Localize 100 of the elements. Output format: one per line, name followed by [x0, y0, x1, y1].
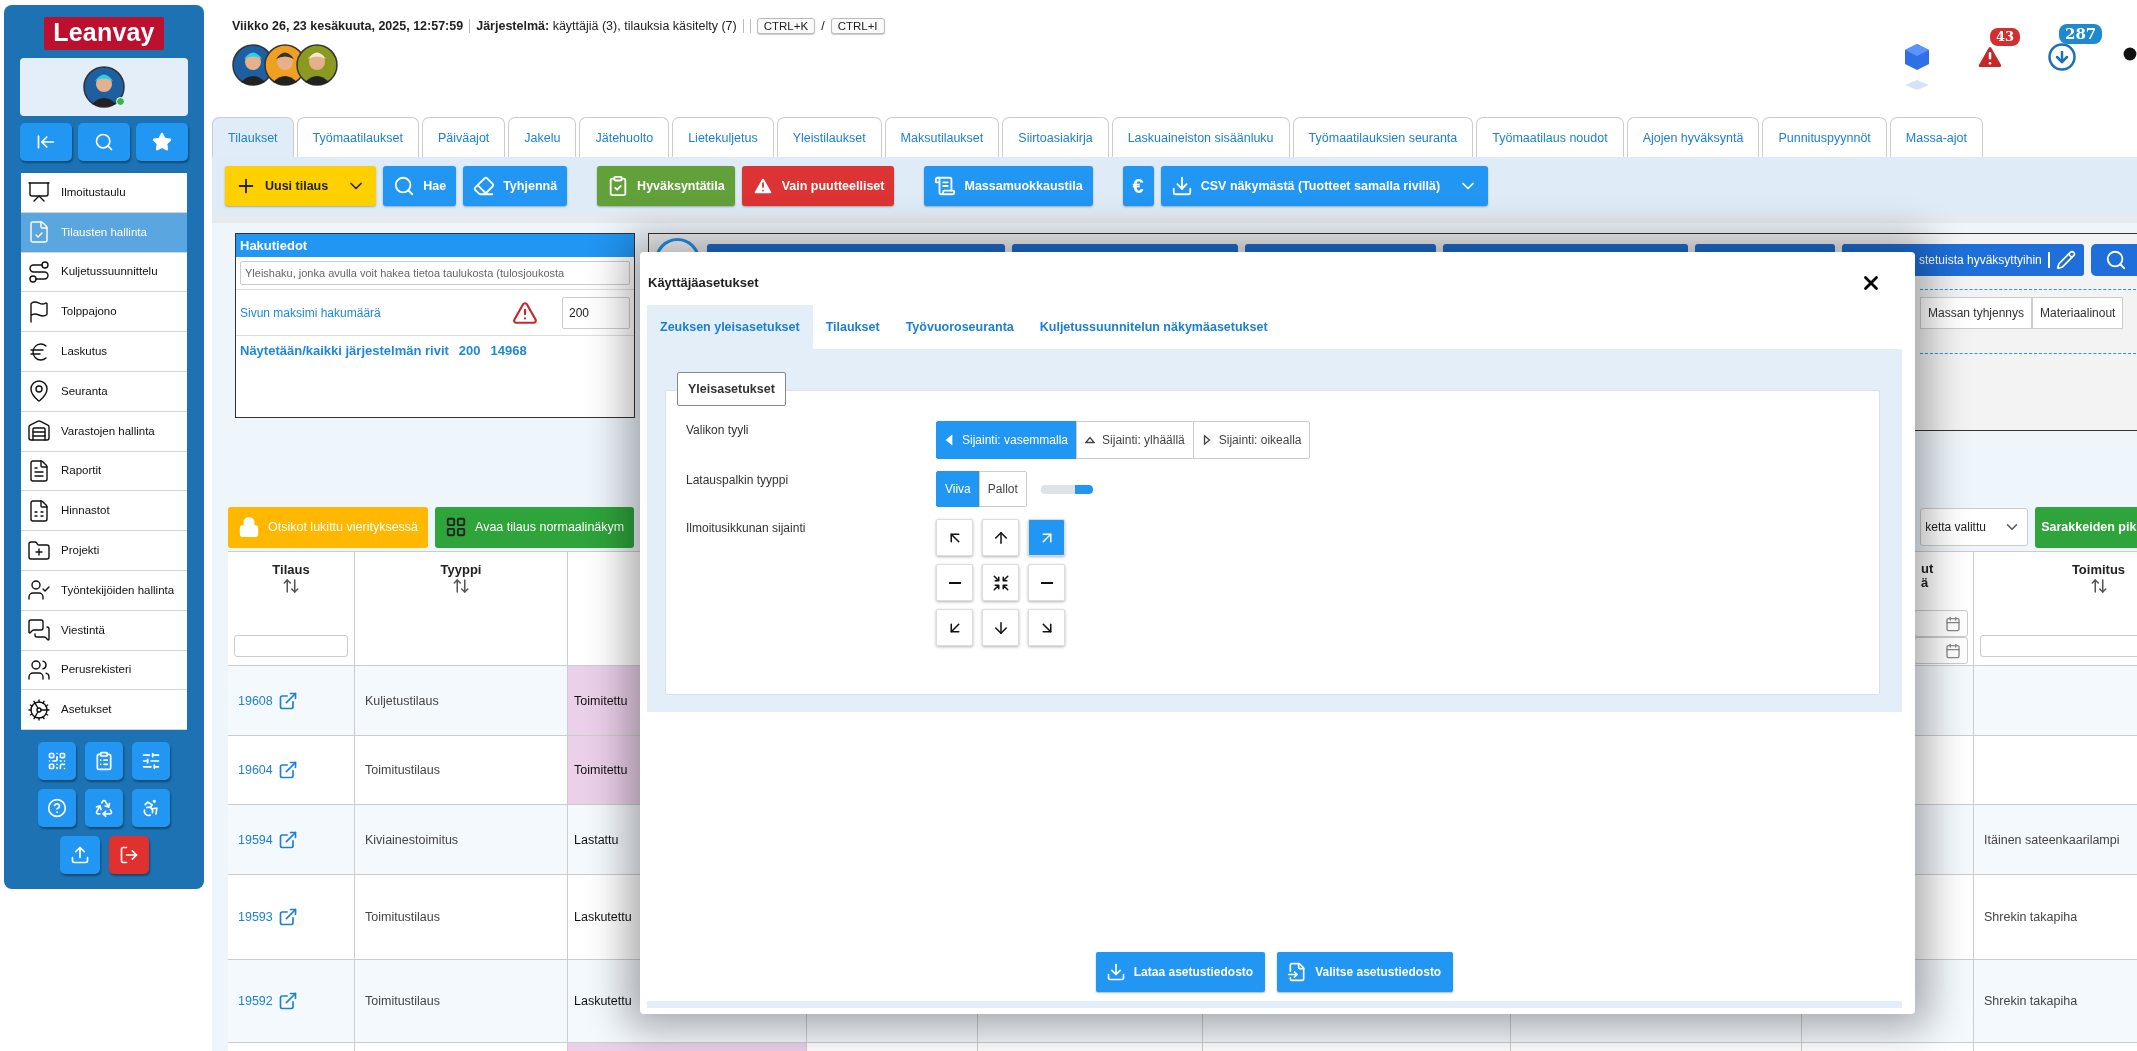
column-chip[interactable]: Massan tyhjennys — [1920, 297, 2033, 329]
tab[interactable]: Ajojen hyväksyntä — [1626, 117, 1760, 157]
date-field[interactable] — [1914, 610, 1968, 637]
tab[interactable]: Tilaukset — [212, 117, 294, 157]
recycle-button[interactable] — [85, 789, 123, 828]
alert-count: 43 — [1990, 28, 2021, 46]
tab[interactable]: Massa-ajot — [1889, 117, 1983, 157]
max-results-field[interactable]: 200 — [562, 296, 630, 329]
message-count: 287 — [2059, 24, 2103, 44]
tab[interactable]: Laskuaineiston sisäänluku — [1111, 117, 1290, 157]
toolbar-button[interactable]: CSV näkymästä (Tuotteet samalla rivillä) — [1160, 166, 1489, 206]
tab[interactable]: Lietekuljetus — [672, 117, 774, 157]
user-check-icon — [27, 578, 51, 603]
sort-icon — [282, 577, 300, 595]
tab[interactable]: Yleistilaukset — [776, 117, 882, 157]
column-chip[interactable]: Materiaalinout — [2032, 297, 2124, 329]
tab[interactable]: Punnituspyynnöt — [1762, 117, 1887, 157]
search-icon — [393, 175, 416, 197]
columns-button[interactable]: Sarakkeiden pik — [2035, 506, 2137, 548]
exit-icon — [118, 845, 139, 866]
order-link[interactable]: 19604 — [238, 763, 273, 777]
sort-icon — [2089, 577, 2108, 595]
order-link[interactable]: 19594 — [238, 832, 273, 847]
warning-icon — [751, 175, 774, 197]
column-header: Tilaus — [272, 562, 310, 577]
menu-item[interactable]: Tilausten hallinta — [21, 212, 187, 253]
tab[interactable]: Työmaatilaus noudot — [1476, 117, 1624, 157]
tab[interactable]: Zeuksen yleisasetukset — [647, 305, 813, 349]
shortcut-key: CTRL+I — [830, 18, 885, 34]
qr-button[interactable] — [38, 742, 76, 781]
calendar-icon — [1945, 615, 1961, 632]
folder-plus-icon — [27, 538, 51, 563]
search-button[interactable] — [2090, 244, 2137, 276]
max-results-label: Sivun maksimi hakumäärä — [240, 305, 381, 320]
toolbar-button[interactable]: € — [1122, 166, 1154, 206]
sliders-icon — [141, 751, 161, 772]
position-button[interactable] — [982, 564, 1019, 601]
tab[interactable]: Päiväajot — [421, 117, 506, 157]
toolbar-button[interactable]: Tyhjennä — [463, 166, 568, 206]
shortcut-key: CTRL+K — [756, 18, 816, 34]
order-link[interactable]: 19608 — [238, 693, 273, 708]
order-link[interactable]: 19592 — [238, 994, 273, 1008]
position-button[interactable] — [982, 519, 1019, 556]
sliders-button[interactable] — [132, 742, 170, 781]
search-icon — [94, 132, 114, 152]
collapse-button[interactable] — [20, 123, 72, 161]
segment-button[interactable]: Sijainti: vasemmalla — [936, 421, 1078, 459]
toolbar-button[interactable]: Uusi tilaus — [225, 166, 377, 206]
tab[interactable]: Työmaatilauksien seuranta — [1292, 117, 1474, 157]
accessibility-button[interactable] — [132, 789, 170, 828]
spreadsheet-icon — [27, 498, 51, 523]
favorites-button[interactable] — [136, 123, 188, 161]
tab[interactable]: Kuljetussuunnitelun näkymäasetukset — [1026, 305, 1281, 349]
toolbar-button[interactable]: Hae — [383, 166, 457, 206]
toolbar-button[interactable]: Hyväksyntätila — [597, 166, 735, 206]
filter-field[interactable] — [234, 635, 348, 657]
tab[interactable]: Työmaatilaukset — [296, 117, 419, 157]
download-button[interactable]: Lataa asetustiedosto — [1095, 952, 1266, 992]
dash-icon — [948, 581, 961, 584]
order-link[interactable]: 19593 — [238, 910, 273, 924]
segment-button[interactable]: Pallot — [978, 471, 1027, 507]
search-button[interactable] — [78, 123, 130, 161]
recycle-icon — [94, 798, 114, 819]
avatar-icon — [83, 66, 125, 108]
search-icon — [2104, 249, 2127, 271]
external-link-icon — [277, 829, 298, 850]
toolbar-button[interactable]: Vain puutteelliset — [741, 166, 895, 206]
external-link-icon — [277, 907, 298, 927]
tab[interactable]: Tilaukset — [812, 305, 893, 349]
pencil-icon — [2055, 250, 2076, 270]
messages-icon — [27, 618, 51, 643]
position-button[interactable] — [982, 609, 1019, 646]
warning-icon — [512, 299, 538, 326]
dialog-title: Käyttäjäasetukset — [648, 275, 759, 290]
segment-button[interactable]: Sijainti: ylhäällä — [1076, 421, 1194, 459]
tab[interactable]: Maksutilaukset — [884, 117, 1000, 157]
accessibility-icon — [141, 798, 161, 819]
search-field[interactable]: Yleishaku, jonka avulla voit hakea tietoa taulukosta (tulosjoukosta — [240, 261, 630, 285]
settings-icon — [27, 697, 51, 722]
open-order-button[interactable]: Avaa tilaus normaalinäkym — [435, 506, 635, 548]
tab[interactable]: Jakelu — [508, 117, 577, 157]
clipboard-button[interactable] — [85, 742, 123, 781]
segment-button[interactable]: Viiva — [936, 471, 980, 507]
map-pin-icon — [27, 379, 51, 404]
column-header: Tyyppi — [440, 562, 482, 577]
column-select[interactable]: ketta valittu — [1920, 508, 2029, 546]
tab[interactable]: Siirtoasiakirja — [1002, 117, 1109, 157]
document-check-icon — [27, 220, 51, 245]
tab[interactable]: Jätehuolto — [579, 117, 670, 157]
import-button[interactable]: Valitse asetustiedosto — [1277, 952, 1454, 992]
logo: Leanvay — [44, 17, 164, 50]
date-field[interactable] — [1914, 637, 1968, 664]
warehouse-icon — [27, 419, 51, 444]
star-icon — [152, 132, 172, 152]
help-button[interactable] — [38, 789, 76, 828]
upload-button[interactable] — [59, 836, 100, 875]
tab[interactable]: Työvuoroseuranta — [892, 305, 1027, 349]
segment-button[interactable]: Sijainti: oikealla — [1192, 421, 1311, 459]
toolbar-button[interactable]: Massamuokkaustila — [924, 166, 1093, 206]
exit-button[interactable] — [108, 836, 149, 875]
